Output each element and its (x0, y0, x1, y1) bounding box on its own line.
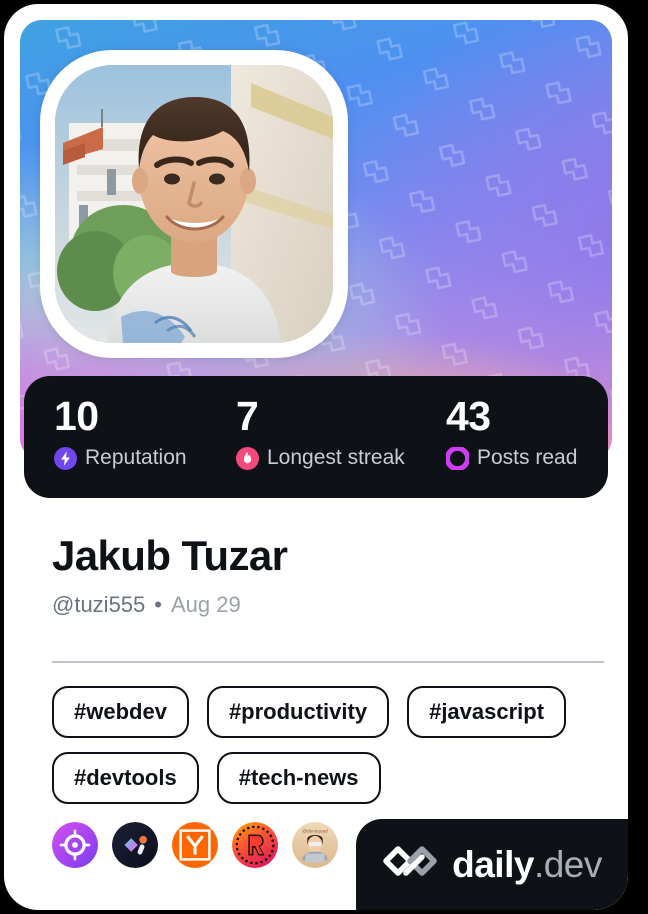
identity-block: Jakub Tuzar @tuzi555 • Aug 29 (52, 531, 592, 618)
stat-reputation-label: Reputation (85, 446, 187, 469)
posts-read-ring-icon (446, 446, 469, 470)
devcard: 10 Reputation 7 Longest streak 43 Posts … (4, 4, 628, 910)
source-badge-avatar[interactable]: @devsquad (292, 822, 338, 868)
tag-devtools[interactable]: #devtools (52, 752, 199, 804)
stat-posts-read-value: 43 (446, 393, 491, 439)
stat-reputation: 10 Reputation (54, 392, 236, 498)
stat-longest-streak: 7 Longest streak (236, 392, 446, 498)
stats-bar: 10 Reputation 7 Longest streak 43 Posts … (24, 376, 608, 498)
avatar-frame (40, 50, 348, 358)
reputation-bolt-icon (54, 446, 77, 470)
svg-text:@devsquad: @devsquad (302, 829, 328, 835)
tag-webdev[interactable]: #webdev (52, 686, 189, 738)
stat-longest-streak-label: Longest streak (267, 446, 405, 469)
handle-row: @tuzi555 • Aug 29 (52, 592, 592, 618)
brand-name-suffix: .dev (533, 843, 602, 885)
separator-dot: • (154, 592, 162, 617)
source-badge-hacker-news[interactable] (172, 822, 218, 868)
devcard-stage: 10 Reputation 7 Longest streak 43 Posts … (0, 0, 648, 914)
tag-javascript[interactable]: #javascript (407, 686, 567, 738)
daily-dev-logo-icon (383, 845, 437, 876)
avatar (55, 65, 333, 343)
joined-date: Aug 29 (170, 592, 241, 617)
tag-tech-news[interactable]: #tech-news (216, 752, 381, 804)
brand-name-primary: daily (452, 843, 534, 885)
stat-posts-read-label: Posts read (477, 446, 578, 469)
divider (52, 661, 604, 663)
source-badge-target[interactable] (52, 822, 98, 868)
daily-dev-branding: daily.dev (356, 819, 628, 910)
page-title: Jakub Tuzar (52, 532, 288, 579)
user-handle: @tuzi555 (52, 592, 146, 617)
daily-dev-wordmark: daily.dev (452, 843, 602, 885)
stat-reputation-value: 10 (54, 393, 99, 439)
stat-longest-streak-value: 7 (236, 393, 259, 439)
source-badge-list: @devsquad (52, 822, 338, 868)
tag-productivity[interactable]: #productivity (206, 686, 390, 738)
tag-list: #webdev #productivity #javascript #devto… (52, 686, 608, 804)
source-badge-dark[interactable] (112, 822, 158, 868)
streak-flame-icon (236, 446, 259, 470)
stat-posts-read: 43 Posts read (446, 392, 626, 498)
source-badge-r[interactable] (232, 822, 278, 868)
